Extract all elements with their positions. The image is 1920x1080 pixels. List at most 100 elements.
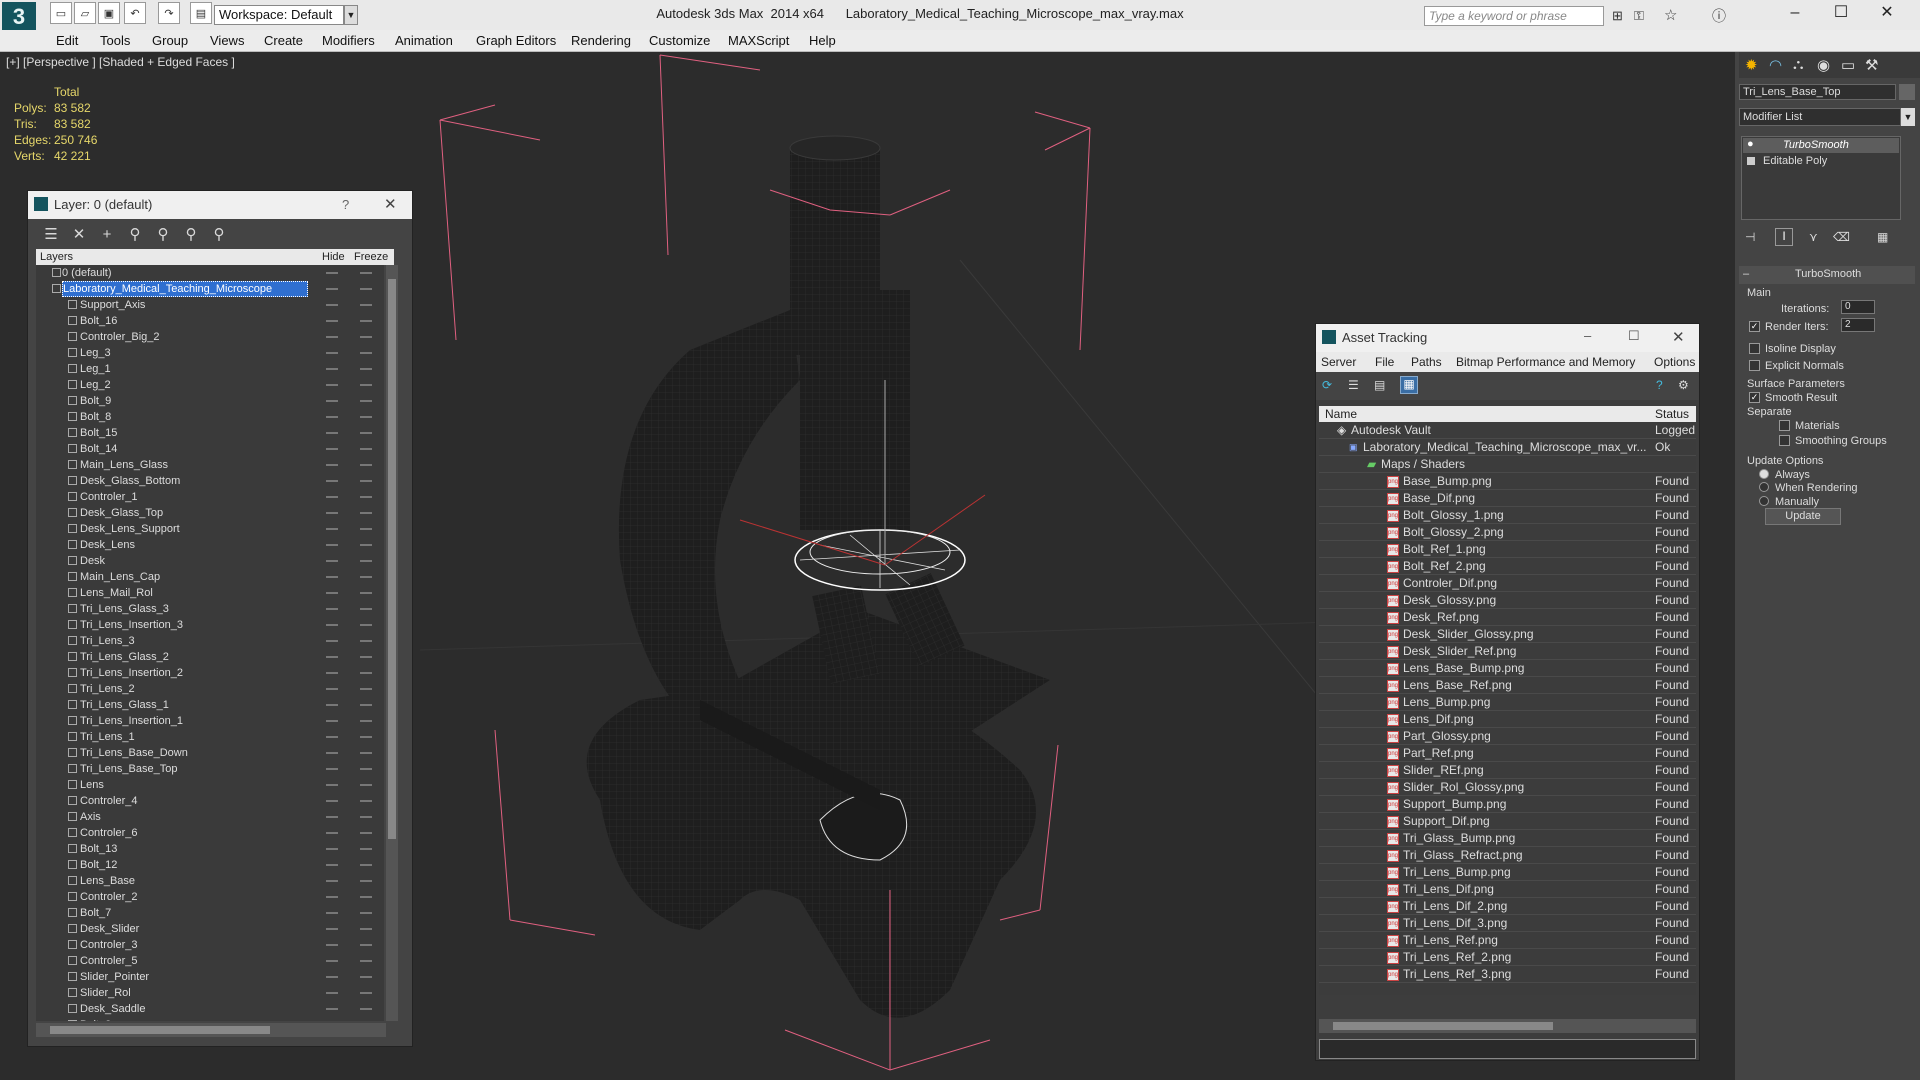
hide-toggle[interactable] <box>326 272 338 274</box>
freeze-toggle[interactable] <box>360 672 372 674</box>
menu-help[interactable]: Help <box>809 33 836 48</box>
hide-toggle[interactable] <box>326 608 338 610</box>
hide-toggle[interactable] <box>326 912 338 914</box>
select-objects-icon[interactable]: ⚲ <box>126 226 144 244</box>
display-tab-icon[interactable]: ▭ <box>1841 56 1855 74</box>
render-iters-spinner[interactable]: 2 <box>1841 318 1875 332</box>
freeze-toggle[interactable] <box>360 880 372 882</box>
hide-all-icon[interactable]: ⚲ <box>182 226 200 244</box>
freeze-toggle[interactable] <box>360 352 372 354</box>
maximize-button[interactable]: ☐ <box>1628 328 1640 344</box>
freeze-toggle[interactable] <box>360 480 372 482</box>
new-file-icon[interactable]: ▭ <box>50 2 72 24</box>
table-row[interactable]: Desk_Slider <box>36 921 384 937</box>
list-item[interactable]: ▣ Laboratory_Medical_Teaching_Microscope… <box>1319 439 1696 456</box>
hide-toggle[interactable] <box>326 864 338 866</box>
hide-toggle[interactable] <box>326 528 338 530</box>
menu-create[interactable]: Create <box>264 33 303 48</box>
make-unique-icon[interactable]: ⋎ <box>1809 230 1818 244</box>
table-row[interactable]: Tri_Lens_3 <box>36 633 384 649</box>
asset-menu-bitmap[interactable]: Bitmap Performance and Memory <box>1456 355 1635 369</box>
hide-toggle[interactable] <box>326 800 338 802</box>
minimize-button[interactable]: – <box>1772 0 1818 28</box>
freeze-toggle[interactable] <box>360 800 372 802</box>
create-tab-icon[interactable]: ✹ <box>1745 56 1758 74</box>
hide-toggle[interactable] <box>326 304 338 306</box>
freeze-toggle[interactable] <box>360 928 372 930</box>
list-item[interactable]: png Bolt_Glossy_1.png Found <box>1319 507 1696 524</box>
star-icon[interactable]: ☆ <box>1664 6 1677 24</box>
binoculars-icon[interactable]: ⊞ <box>1612 8 1623 24</box>
materials-checkbox[interactable] <box>1779 420 1790 431</box>
utilities-tab-icon[interactable]: ⚒ <box>1865 56 1878 74</box>
table-row[interactable]: Leg_3 <box>36 345 384 361</box>
table-row[interactable]: Controler_2 <box>36 889 384 905</box>
table-row[interactable]: Desk_Lens_Support <box>36 521 384 537</box>
list-item[interactable]: png Support_Bump.png Found <box>1319 796 1696 813</box>
menu-animation[interactable]: Animation <box>395 33 453 48</box>
freeze-toggle[interactable] <box>360 400 372 402</box>
delete-layer-icon[interactable]: ✕ <box>70 226 88 244</box>
hide-toggle[interactable] <box>326 688 338 690</box>
table-row[interactable]: Tri_Lens_Insertion_3 <box>36 617 384 633</box>
freeze-toggle[interactable] <box>360 912 372 914</box>
list-view-icon[interactable]: ☰ <box>1348 378 1359 392</box>
list-item[interactable]: png Bolt_Ref_2.png Found <box>1319 558 1696 575</box>
list-item[interactable]: png Tri_Lens_Dif_3.png Found <box>1319 915 1696 932</box>
table-row[interactable]: Desk_Saddle <box>36 1001 384 1017</box>
menu-graph-editors[interactable]: Graph Editors <box>476 33 556 48</box>
hide-toggle[interactable] <box>326 384 338 386</box>
list-item[interactable]: png Tri_Glass_Bump.png Found <box>1319 830 1696 847</box>
list-item[interactable]: png Desk_Glossy.png Found <box>1319 592 1696 609</box>
smooth-result-checkbox[interactable]: ✓ <box>1749 392 1760 403</box>
table-row[interactable]: Lens_Base <box>36 873 384 889</box>
list-item[interactable]: png Slider_Rol_Glossy.png Found <box>1319 779 1696 796</box>
hide-toggle[interactable] <box>326 480 338 482</box>
table-view-icon[interactable]: ▦ <box>1400 376 1418 394</box>
stack-item-turbosmooth[interactable]: ● TurboSmooth <box>1743 138 1899 153</box>
workspace-select[interactable]: Workspace: Default <box>214 5 344 25</box>
list-item[interactable]: ◈ Autodesk Vault Logged <box>1319 422 1696 439</box>
manually-radio[interactable] <box>1759 496 1769 506</box>
list-item[interactable]: png Desk_Slider_Ref.png Found <box>1319 643 1696 660</box>
chevron-down-icon[interactable]: ▼ <box>1901 108 1915 126</box>
stack-item-editable-poly[interactable]: Editable Poly <box>1743 154 1899 169</box>
table-row[interactable]: Bolt_12 <box>36 857 384 873</box>
freeze-all-icon[interactable]: ⚲ <box>210 226 228 244</box>
hide-toggle[interactable] <box>326 576 338 578</box>
hide-toggle[interactable] <box>326 288 338 290</box>
freeze-toggle[interactable] <box>360 544 372 546</box>
layer-dialog-title[interactable]: Layer: 0 (default) ? ✕ <box>28 191 412 219</box>
table-row[interactable]: Bolt_13 <box>36 841 384 857</box>
list-item[interactable]: png Part_Glossy.png Found <box>1319 728 1696 745</box>
list-item[interactable]: png Slider_REf.png Found <box>1319 762 1696 779</box>
asset-menu-options[interactable]: Options <box>1654 355 1695 369</box>
list-item[interactable]: png Tri_Lens_Bump.png Found <box>1319 864 1696 881</box>
hide-toggle[interactable] <box>326 448 338 450</box>
asset-dialog-title[interactable]: Asset Tracking – ☐ ✕ <box>1316 324 1699 352</box>
hide-toggle[interactable] <box>326 512 338 514</box>
settings-icon[interactable]: ⚙ <box>1678 378 1689 392</box>
modifier-list-dropdown[interactable]: Modifier List <box>1739 108 1901 126</box>
freeze-toggle[interactable] <box>360 848 372 850</box>
table-row[interactable]: Slider_Pointer <box>36 969 384 985</box>
table-row[interactable]: Leg_1 <box>36 361 384 377</box>
table-row[interactable]: Bolt_7 <box>36 905 384 921</box>
table-row[interactable]: Tri_Lens_Insertion_1 <box>36 713 384 729</box>
always-radio[interactable] <box>1759 469 1769 479</box>
turbosmooth-rollout-header[interactable]: – TurboSmooth <box>1739 266 1915 284</box>
freeze-toggle[interactable] <box>360 752 372 754</box>
freeze-toggle[interactable] <box>360 464 372 466</box>
menu-modifiers[interactable]: Modifiers <box>322 33 375 48</box>
list-item[interactable]: png Tri_Lens_Ref.png Found <box>1319 932 1696 949</box>
close-icon[interactable]: ✕ <box>384 195 397 213</box>
hide-toggle[interactable] <box>326 416 338 418</box>
menu-edit[interactable]: Edit <box>56 33 78 48</box>
freeze-toggle[interactable] <box>360 368 372 370</box>
hide-toggle[interactable] <box>326 944 338 946</box>
smoothing-groups-checkbox[interactable] <box>1779 435 1790 446</box>
save-file-icon[interactable]: ▣ <box>98 2 120 24</box>
search-input[interactable]: Type a keyword or phrase <box>1424 6 1604 26</box>
project-folder-icon[interactable]: ▤ <box>190 2 212 24</box>
layer-row[interactable]: 0 (default) <box>36 265 384 281</box>
